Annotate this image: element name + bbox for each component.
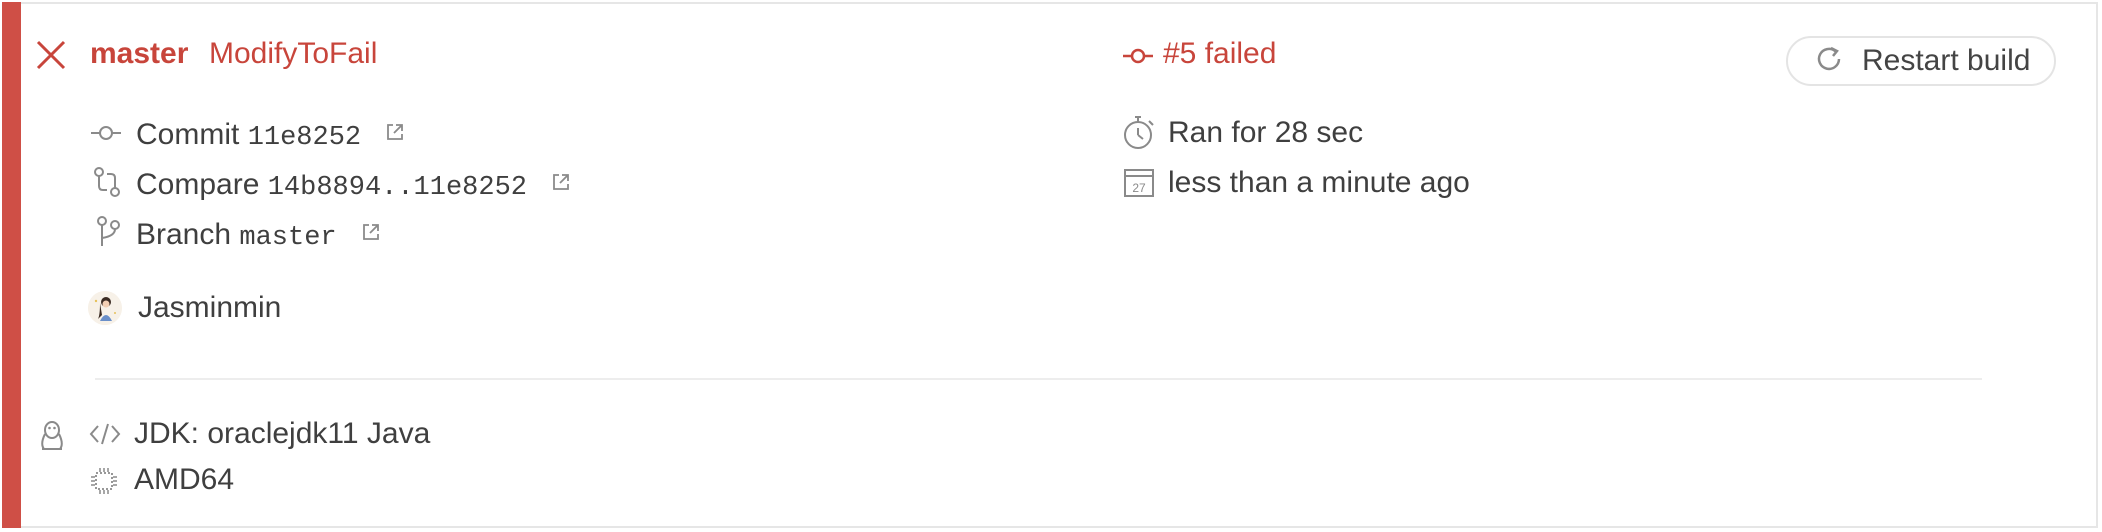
branch-name[interactable]: master: [239, 223, 336, 253]
commit-icon: [91, 122, 121, 144]
external-link-icon[interactable]: [361, 215, 381, 251]
build-duration: Ran for 28 sec: [1168, 116, 1364, 149]
compare-label: Compare: [136, 168, 260, 201]
external-link-icon[interactable]: [551, 165, 571, 201]
build-finished-time: less than a minute ago: [1168, 166, 1470, 199]
job-arch: AMD64: [134, 463, 235, 496]
cpu-icon: [90, 467, 118, 495]
branch-title[interactable]: master: [90, 36, 188, 72]
commit-row[interactable]: Commit 11e8252: [136, 115, 405, 156]
commit-icon: [1123, 45, 1153, 67]
branch-label: Branch: [136, 218, 232, 251]
close-icon: [35, 39, 67, 71]
restart-build-button[interactable]: Restart build: [1786, 36, 2056, 86]
code-icon: [89, 423, 121, 445]
calendar-day: 27: [1132, 181, 1146, 195]
divider: [95, 378, 1982, 380]
linux-penguin-icon: [39, 420, 65, 452]
compare-row[interactable]: Compare 14b8894..11e8252: [136, 165, 571, 206]
build-status-link[interactable]: #5 failed: [1163, 36, 1276, 72]
external-link-icon[interactable]: [385, 115, 405, 151]
restart-build-label: Restart build: [1862, 44, 2031, 77]
compare-icon: [93, 166, 121, 198]
calendar-icon: 27: [1124, 167, 1154, 197]
author-name[interactable]: Jasminmin: [138, 290, 281, 326]
branch-icon: [95, 216, 121, 248]
commit-sha[interactable]: 11e8252: [248, 123, 361, 153]
stopwatch-icon: [1121, 113, 1157, 151]
job-language: JDK: oraclejdk11 Java: [134, 417, 431, 450]
avatar: [88, 291, 122, 325]
compare-range[interactable]: 14b8894..11e8252: [268, 173, 527, 203]
commit-message-link[interactable]: ModifyToFail: [209, 36, 377, 72]
commit-label: Commit: [136, 118, 240, 151]
refresh-icon: [1814, 44, 1844, 79]
branch-row[interactable]: Branch master: [136, 215, 381, 256]
failed-status-stripe: [2, 2, 21, 528]
